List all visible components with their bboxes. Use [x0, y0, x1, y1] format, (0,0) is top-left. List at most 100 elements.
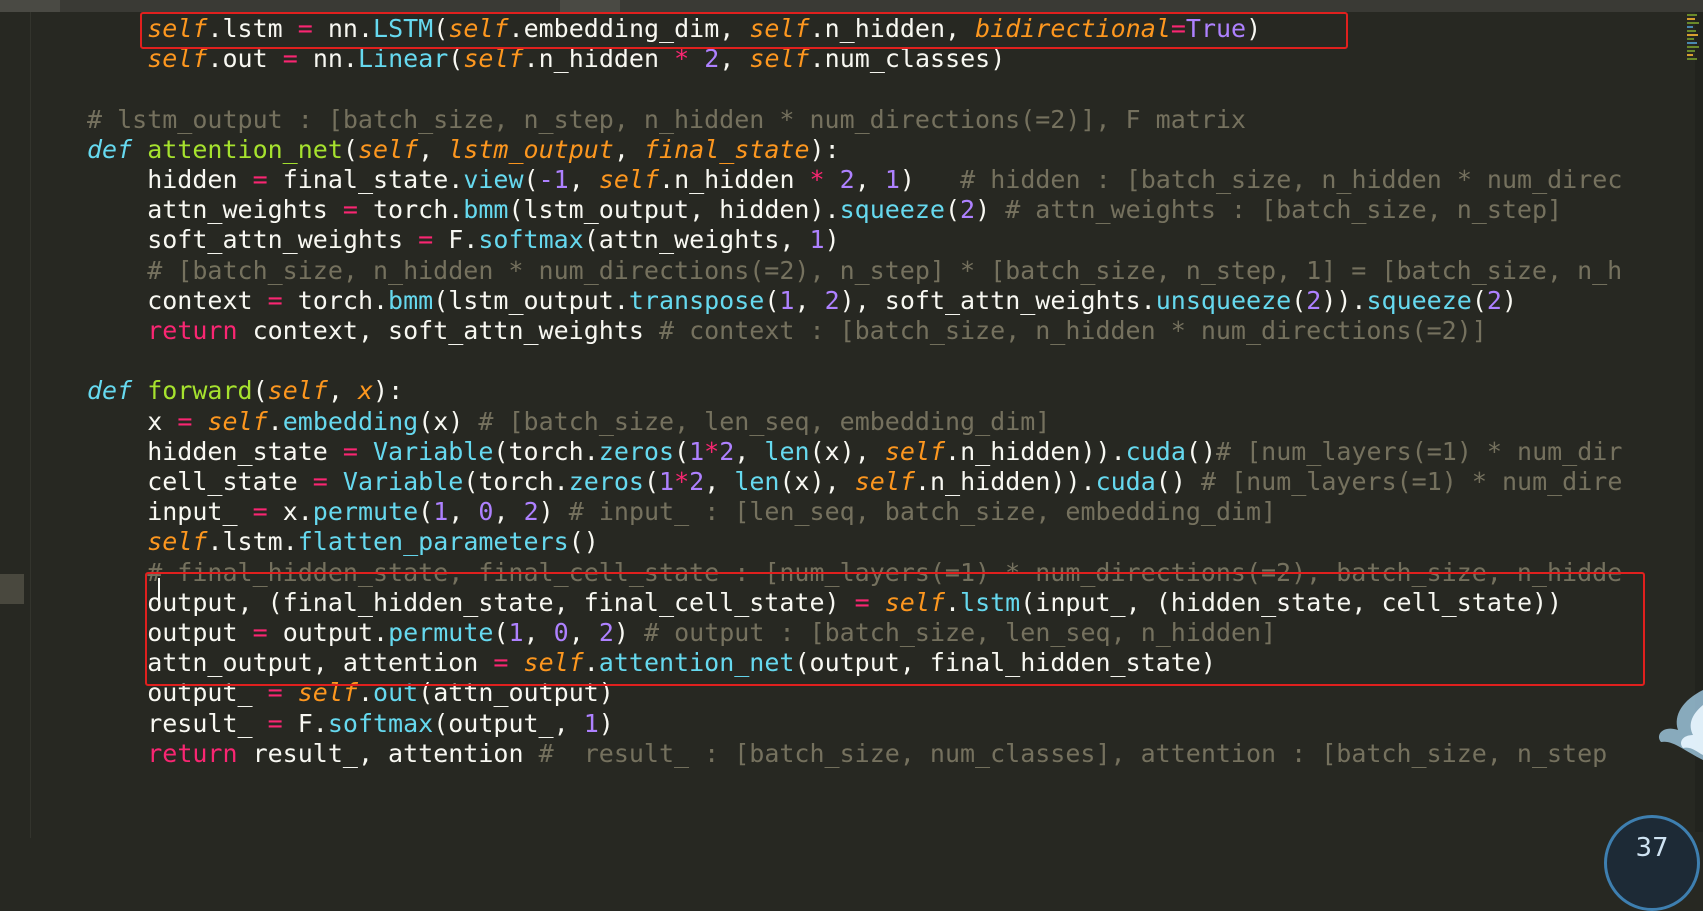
floating-counter-badge[interactable]: 37 [1604, 815, 1700, 911]
code-line[interactable]: output = output.permute(1, 0, 2) # outpu… [87, 616, 1276, 649]
code-token: self [523, 648, 584, 678]
code-token: , [568, 618, 599, 647]
code-token: .n_hidden [659, 165, 810, 194]
minimap[interactable] [1683, 12, 1703, 152]
code-token: def [87, 376, 133, 406]
code-line[interactable]: attn_output, attention = self.attention_… [87, 646, 1216, 679]
code-token: ) [1246, 14, 1262, 43]
code-token: (x) [418, 406, 479, 436]
code-line[interactable]: hidden_state = Variable(torch.zeros(1*2,… [87, 435, 1622, 468]
code-token: ( [643, 467, 660, 496]
code-token: ( [493, 618, 509, 647]
code-token: flatten_parameters [297, 527, 569, 557]
code-token: 2 [704, 44, 720, 74]
code-token: # context : [batch_size, n_hidden * num_… [658, 316, 1487, 345]
code-token: .n_hidden [523, 44, 675, 74]
code-token: * [674, 467, 690, 496]
code-line[interactable]: # final_hidden_state, final_cell_state :… [87, 556, 1622, 589]
code-line[interactable]: context = torch.bmm(lstm_output.transpos… [87, 284, 1517, 317]
code-token: * [704, 436, 720, 466]
code-line[interactable]: input_ = x.permute(1, 0, 2) # input_ : [… [87, 495, 1276, 528]
code-token: .lstm [207, 14, 298, 43]
code-token: (x), [809, 436, 885, 466]
code-line[interactable]: attn_weights = torch.bmm(lstm_output, hi… [87, 193, 1562, 226]
code-line[interactable]: self.lstm = nn.LSTM(self.embedding_dim, … [87, 12, 1261, 45]
code-token: lstm [960, 587, 1021, 617]
code-token: , [613, 134, 644, 164]
code-token: = [418, 225, 434, 255]
tab-fragment[interactable] [0, 0, 60, 12]
code-token: Linear [357, 44, 449, 74]
code-token: out [373, 678, 419, 708]
wing-decoration-icon [1658, 690, 1703, 760]
code-line[interactable]: self.lstm.flatten_parameters() [87, 525, 599, 558]
code-line[interactable]: soft_attn_weights = F.softmax(attn_weigh… [87, 223, 840, 256]
code-token: ) [613, 618, 644, 647]
code-editor[interactable]: self.lstm = nn.LSTM(self.embedding_dim, … [0, 0, 1703, 911]
code-token: Variable [373, 436, 494, 466]
code-line[interactable]: # [batch_size, n_hidden * num_directions… [87, 254, 1622, 287]
code-token: ( [674, 436, 690, 466]
code-token: (output, final_hidden_state) [794, 648, 1216, 678]
code-token: # [num_layers(=1) * num_dire [1200, 467, 1623, 496]
code-token: x [87, 406, 178, 436]
code-token: zeros [598, 436, 675, 466]
code-line[interactable]: cell_state = Variable(torch.zeros(1*2, l… [87, 465, 1622, 498]
code-line[interactable]: def attention_net(self, lstm_output, fin… [87, 133, 840, 166]
code-line[interactable]: result_ = F.softmax(output_, 1) [87, 707, 614, 740]
code-line[interactable]: return result_, attention # result_ : [b… [87, 737, 1607, 770]
code-token: ( [418, 497, 434, 527]
code-token: = [282, 44, 298, 74]
code-token: , [327, 376, 358, 406]
code-line[interactable]: def forward(self, x): [87, 374, 403, 407]
code-token: = [252, 497, 268, 527]
code-token: 1 [433, 497, 449, 527]
code-line[interactable]: hidden = final_state.view(-1, self.n_hid… [87, 163, 1622, 196]
code-token: = [854, 587, 870, 617]
code-token: ) [824, 225, 840, 255]
code-token: # hidden : [batch_size, n_hidden * num_d… [960, 165, 1623, 194]
code-token: 2 [523, 497, 539, 527]
code-token: True [1185, 14, 1247, 43]
tab-fragment[interactable] [560, 0, 620, 12]
code-token: squeeze [1366, 285, 1472, 315]
code-token: = [1170, 14, 1186, 43]
code-token: cuda [1095, 467, 1156, 496]
code-token: . [357, 678, 374, 708]
code-token: final_state. [267, 165, 464, 194]
code-token: 2 [960, 195, 976, 225]
code-token: self [357, 134, 419, 164]
code-token: ): [809, 134, 840, 164]
code-token: # [batch_size, n_hidden * num_directions… [87, 255, 1623, 285]
code-token: input_ [87, 497, 253, 527]
code-token: self [463, 44, 524, 74]
code-token: .n_hidden)). [945, 436, 1126, 466]
code-line[interactable]: # lstm_output : [batch_size, n_step, n_h… [87, 103, 1246, 136]
code-token: ( [764, 285, 780, 315]
code-token: permute [312, 497, 419, 527]
code-token: () [1155, 467, 1201, 496]
code-token: 2 [839, 165, 855, 194]
code-line[interactable]: self.out = nn.Linear(self.n_hidden * 2, … [87, 42, 1005, 75]
code-line[interactable]: output_ = self.out(attn_output) [87, 676, 614, 709]
code-token: len [734, 467, 780, 496]
code-token: = [342, 436, 358, 466]
code-line[interactable]: return context, soft_attn_weights # cont… [87, 314, 1487, 347]
code-token: self [147, 44, 208, 74]
code-token: = [177, 406, 193, 436]
code-token: = [312, 467, 328, 496]
code-token: ): [373, 376, 404, 406]
code-line[interactable]: x = self.embedding(x) # [batch_size, len… [87, 405, 1050, 438]
code-token: output, (final_hidden_state, final_cell_… [87, 587, 855, 617]
code-token: ( [944, 195, 961, 225]
code-token: (attn_weights, [583, 225, 810, 255]
code-token: () [1185, 436, 1216, 466]
code-token: result_ [87, 708, 268, 738]
code-token: softmax [478, 225, 584, 255]
code-token: soft_attn_weights [87, 225, 419, 255]
code-line[interactable]: output, (final_hidden_state, final_cell_… [87, 586, 1562, 619]
code-token: cell_state [87, 467, 313, 496]
